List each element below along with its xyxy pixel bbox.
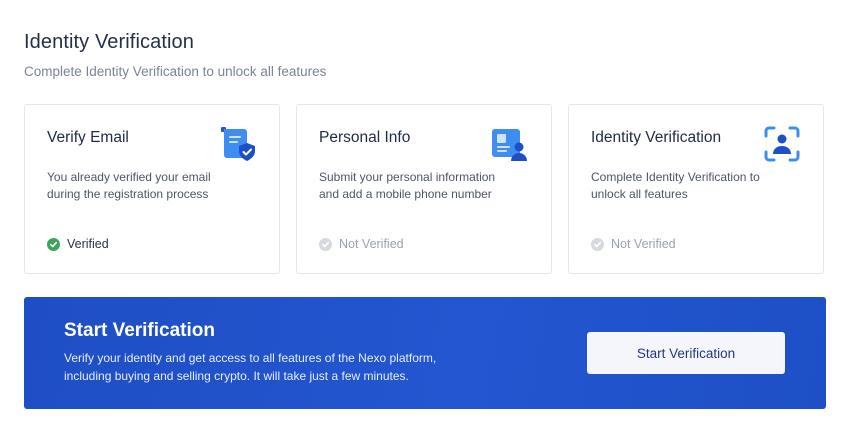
card-title: Identity Verification xyxy=(591,129,722,146)
status-badge: Verified xyxy=(47,237,109,251)
card-description: You already verified your email during t… xyxy=(47,170,211,201)
status-badge: Not Verified xyxy=(319,237,404,251)
check-circle-icon xyxy=(591,237,604,251)
start-verification-banner: Start Verification Verify your identity … xyxy=(24,297,826,409)
email-verified-icon xyxy=(219,125,257,163)
status-label: Verified xyxy=(67,237,109,251)
card-title: Verify Email xyxy=(47,129,129,146)
card-title: Personal Info xyxy=(319,129,411,146)
check-circle-icon xyxy=(319,237,332,251)
banner-description: Verify your identity and get access to a… xyxy=(64,351,437,383)
status-label: Not Verified xyxy=(611,237,676,251)
start-verification-button[interactable]: Start Verification xyxy=(587,332,785,374)
page-subtitle: Complete Identity Verification to unlock… xyxy=(24,64,327,79)
banner-title: Start Verification xyxy=(64,320,215,341)
status-label: Not Verified xyxy=(339,237,404,251)
status-badge: Not Verified xyxy=(591,237,676,251)
identity-verification-card[interactable]: Identity Verification Complete Identity … xyxy=(568,104,824,274)
card-description: Complete Identity Verification to unlock… xyxy=(591,170,760,201)
card-description: Submit your personal information and add… xyxy=(319,170,496,201)
page-title: Identity Verification xyxy=(24,31,194,53)
id-card-icon xyxy=(491,125,529,163)
face-scan-icon xyxy=(763,125,801,163)
personal-info-card[interactable]: Personal Info Submit your personal infor… xyxy=(296,104,552,274)
check-circle-icon xyxy=(47,237,60,251)
verify-email-card: Verify Email You already verified your e… xyxy=(24,104,280,274)
